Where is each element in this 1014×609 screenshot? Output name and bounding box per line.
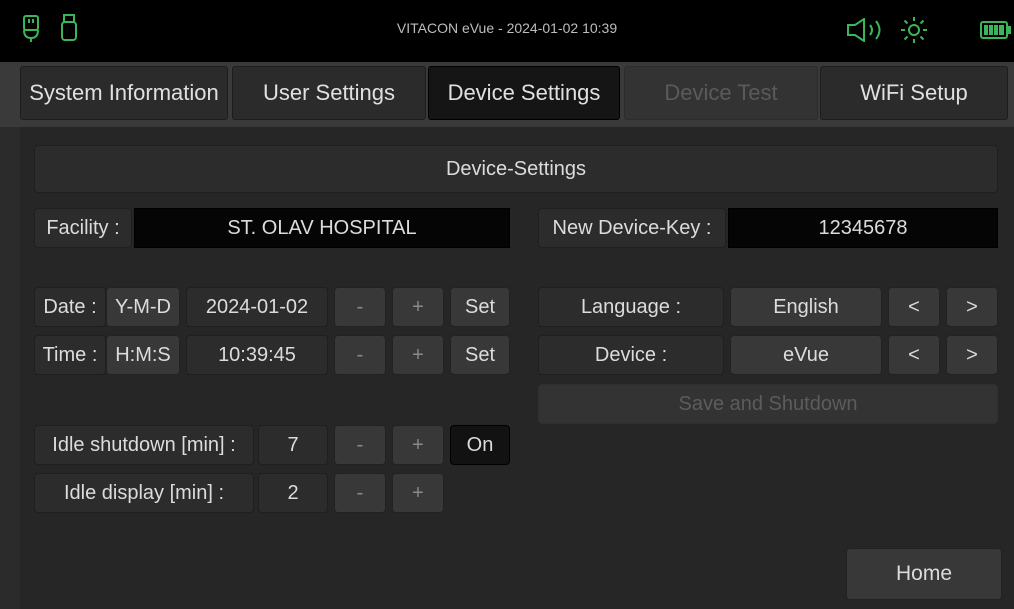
- device-label: Device :: [538, 335, 724, 375]
- date-minus-button[interactable]: -: [334, 287, 386, 327]
- date-plus-button[interactable]: +: [392, 287, 444, 327]
- language-next-button[interactable]: >: [946, 287, 998, 327]
- speaker-icon[interactable]: [846, 18, 890, 42]
- device-key-field[interactable]: 12345678: [728, 208, 998, 248]
- time-plus-button[interactable]: +: [392, 335, 444, 375]
- idle-shutdown-value: 7: [258, 425, 328, 465]
- idle-shutdown-minus-button[interactable]: -: [334, 425, 386, 465]
- device-key-label: New Device-Key :: [538, 208, 726, 248]
- idle-display-value: 2: [258, 473, 328, 513]
- language-prev-button[interactable]: <: [888, 287, 940, 327]
- tab-device-test: Device Test: [624, 66, 818, 120]
- battery-icon: [980, 21, 1011, 39]
- home-button[interactable]: Home: [846, 548, 1002, 600]
- idle-shutdown-label: Idle shutdown [min] :: [34, 425, 254, 465]
- device-value: eVue: [730, 335, 882, 375]
- time-set-button[interactable]: Set: [450, 335, 510, 375]
- time-value: 10:39:45: [186, 335, 328, 375]
- date-format-button[interactable]: Y-M-D: [106, 287, 180, 327]
- tab-device-settings[interactable]: Device Settings: [428, 66, 620, 120]
- time-minus-button[interactable]: -: [334, 335, 386, 375]
- idle-shutdown-toggle[interactable]: On: [450, 425, 510, 465]
- date-label: Date :: [34, 287, 106, 327]
- language-value: English: [730, 287, 882, 327]
- idle-display-plus-button[interactable]: +: [392, 473, 444, 513]
- facility-field[interactable]: ST. OLAV HOSPITAL: [134, 208, 510, 248]
- device-prev-button[interactable]: <: [888, 335, 940, 375]
- idle-display-label: Idle display [min] :: [34, 473, 254, 513]
- device-next-button[interactable]: >: [946, 335, 998, 375]
- time-label: Time :: [34, 335, 106, 375]
- tab-bar: System Information User Settings Device …: [0, 62, 1014, 127]
- tab-system-information[interactable]: System Information: [20, 66, 228, 120]
- section-title: Device-Settings: [34, 145, 998, 193]
- tab-user-settings[interactable]: User Settings: [232, 66, 426, 120]
- idle-shutdown-plus-button[interactable]: +: [392, 425, 444, 465]
- idle-display-minus-button[interactable]: -: [334, 473, 386, 513]
- save-shutdown-button: Save and Shutdown: [538, 384, 998, 424]
- date-value: 2024-01-02: [186, 287, 328, 327]
- status-bar: VITACON eVue - 2024-01-02 10:39: [0, 0, 1014, 62]
- language-label: Language :: [538, 287, 724, 327]
- sun-icon[interactable]: [900, 16, 928, 44]
- time-format-button[interactable]: H:M:S: [106, 335, 180, 375]
- date-set-button[interactable]: Set: [450, 287, 510, 327]
- facility-label: Facility :: [34, 208, 132, 248]
- tab-wifi-setup[interactable]: WiFi Setup: [820, 66, 1008, 120]
- settings-panel: Device-Settings Facility : ST. OLAV HOSP…: [20, 127, 1014, 609]
